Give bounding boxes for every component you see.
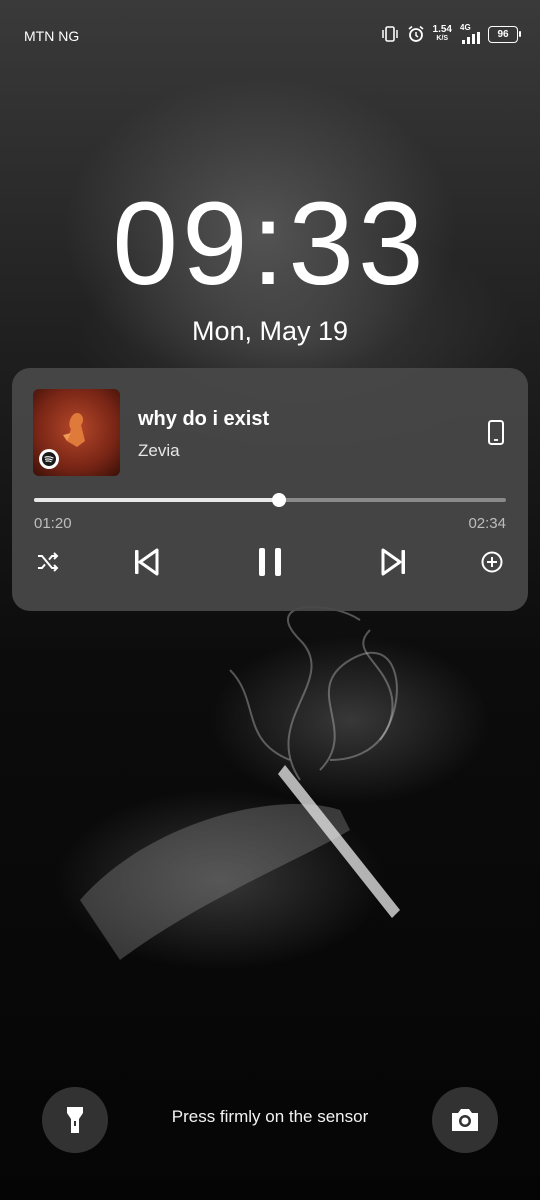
- lockscreen-clock: 09:33: [112, 178, 428, 310]
- previous-track-button[interactable]: [130, 546, 162, 578]
- progress-fill: [34, 498, 280, 502]
- pause-button[interactable]: [253, 546, 287, 578]
- media-player-card[interactable]: why do i exist Zevia 01:20 02:34: [12, 368, 528, 611]
- cellular-signal: 4G: [460, 24, 480, 44]
- status-icons: 1.54 K/S 4G 96: [381, 24, 521, 44]
- progress-thumb[interactable]: [272, 493, 287, 507]
- network-speed: 1.54 K/S: [433, 25, 452, 43]
- battery-indicator: 96: [488, 25, 521, 43]
- camera-button[interactable]: [432, 1087, 498, 1153]
- vibrate-icon: [381, 26, 399, 42]
- alarm-icon: [407, 25, 425, 43]
- phone-device-icon: [488, 420, 504, 445]
- status-bar: MTN NG 1.54 K/S 4G 96: [0, 0, 540, 70]
- album-figure-image: [63, 413, 85, 447]
- skip-previous-icon: [135, 548, 159, 576]
- skip-next-icon: [381, 548, 405, 576]
- album-art[interactable]: [33, 389, 120, 476]
- network-speed-unit: K/S: [436, 35, 449, 42]
- add-to-library-button[interactable]: [479, 546, 505, 578]
- shuffle-icon: [38, 552, 59, 572]
- pause-icon: [259, 548, 281, 576]
- camera-icon: [452, 1109, 478, 1131]
- elapsed-time: 01:20: [34, 515, 72, 532]
- lockscreen-date: Mon, May 19: [191, 316, 349, 346]
- progress-bar[interactable]: [34, 493, 506, 507]
- spotify-icon: [39, 449, 59, 469]
- output-device-button[interactable]: [482, 418, 510, 448]
- signal-bars-icon: [462, 32, 480, 44]
- total-time: 02:34: [468, 515, 506, 532]
- track-artist: Zevia: [138, 441, 180, 460]
- carrier-name: MTN NG: [24, 28, 80, 44]
- network-speed-value: 1.54: [432, 24, 452, 35]
- next-track-button[interactable]: [378, 546, 410, 578]
- shuffle-button[interactable]: [34, 546, 62, 578]
- network-type-label: 4G: [460, 23, 471, 32]
- track-title: why do i exist: [138, 408, 270, 430]
- add-circle-icon: [481, 551, 503, 573]
